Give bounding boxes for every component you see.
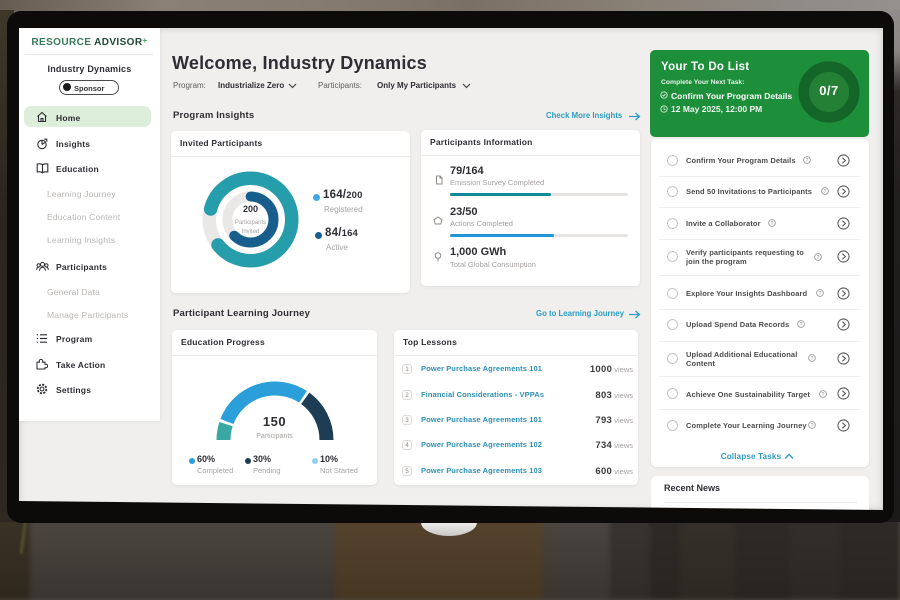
svg-text:?: ? [823, 189, 826, 195]
svg-text:?: ? [811, 423, 814, 429]
svg-text:?: ? [821, 391, 824, 397]
svg-text:?: ? [770, 221, 773, 227]
svg-text:?: ? [817, 254, 820, 260]
svg-text:?: ? [799, 322, 802, 328]
svg-text:?: ? [811, 356, 814, 362]
svg-text:?: ? [818, 291, 821, 297]
svg-text:?: ? [805, 158, 808, 164]
